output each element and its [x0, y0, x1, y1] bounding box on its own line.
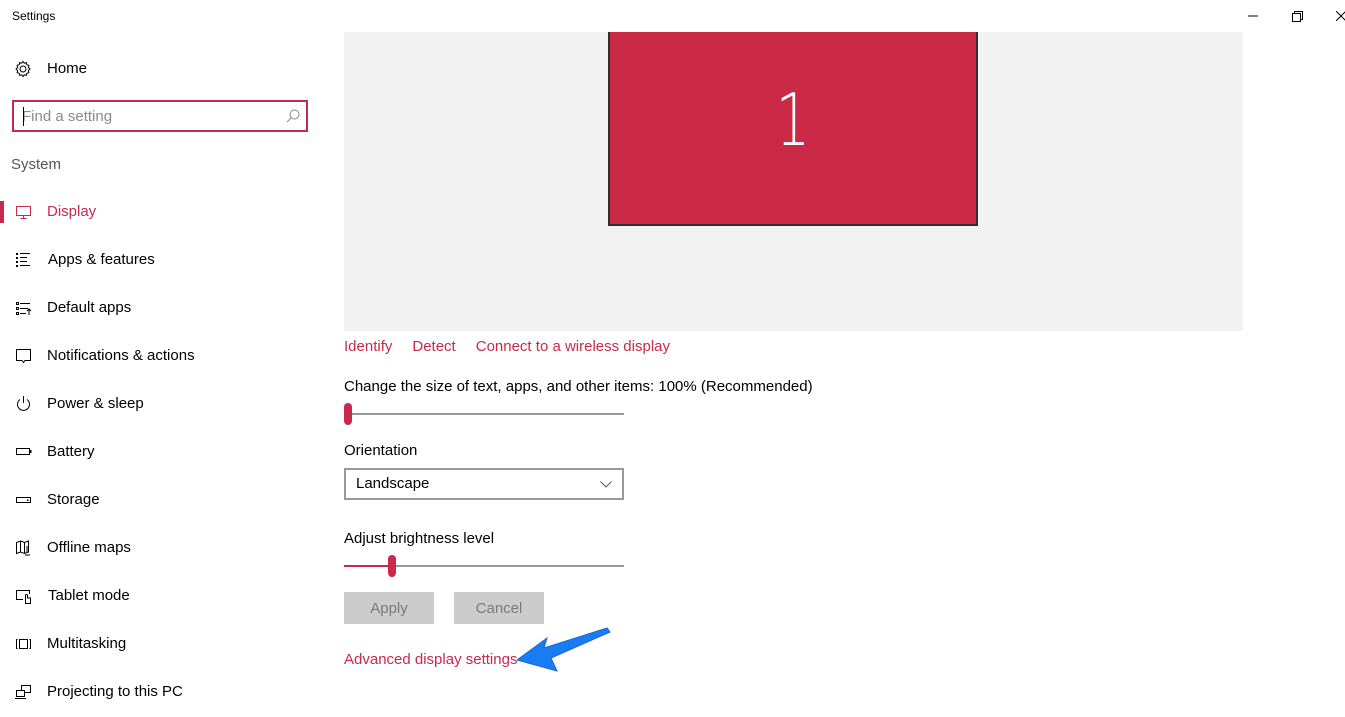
text-caret: [23, 107, 24, 126]
home-nav-item[interactable]: Home: [0, 52, 320, 86]
sidebar-item-label: Apps & features: [48, 251, 155, 268]
display-actions: Identify Detect Connect to a wireless di…: [344, 338, 670, 355]
monitor-1-tile[interactable]: 1: [608, 32, 978, 226]
active-indicator: [0, 201, 4, 223]
sidebar-item-label: Storage: [47, 491, 100, 508]
orientation-dropdown[interactable]: Landscape: [344, 468, 624, 500]
notification-icon: [16, 349, 31, 364]
sidebar-item-label: Display: [47, 203, 97, 220]
multitasking-icon: [16, 639, 31, 649]
slider-thumb[interactable]: [387, 555, 396, 577]
restore-icon: [1291, 10, 1303, 22]
home-label: Home: [47, 60, 88, 77]
search-box[interactable]: [12, 100, 308, 132]
battery-icon: [16, 448, 32, 455]
power-icon: [17, 396, 30, 411]
display-settings-pane: 1 Identify Detect Connect to a wireless …: [320, 32, 1345, 717]
sidebar-item-label: Multitasking: [47, 635, 127, 652]
map-icon: [16, 540, 30, 556]
cancel-button[interactable]: Cancel: [454, 592, 544, 624]
sidebar-item-label: Battery: [47, 443, 95, 460]
orientation-label: Orientation: [344, 442, 418, 459]
apps-list-icon: [16, 253, 30, 267]
advanced-display-settings-link[interactable]: Advanced display settings: [344, 651, 517, 668]
window-title: Settings: [12, 9, 56, 23]
scale-label: Change the size of text, apps, and other…: [344, 378, 813, 395]
display-icon: [16, 206, 31, 219]
sidebar: Home System Display Apps & features Defa…: [0, 32, 320, 717]
sidebar-item-default-apps[interactable]: Default apps: [0, 288, 320, 328]
sidebar-item-multitasking[interactable]: Multitasking: [0, 624, 320, 664]
brightness-slider[interactable]: [344, 554, 624, 578]
monitor-number: 1: [775, 78, 811, 162]
connect-wireless-display-link[interactable]: Connect to a wireless display: [476, 338, 670, 355]
sidebar-item-label: Notifications & actions: [47, 347, 195, 364]
annotation-arrow-icon: [517, 627, 611, 672]
sidebar-item-label: Projecting to this PC: [47, 683, 183, 700]
sidebar-item-apps-features[interactable]: Apps & features: [0, 240, 320, 280]
projecting-icon: [15, 685, 31, 699]
restore-button[interactable]: [1274, 0, 1320, 32]
display-arrangement-area: 1: [344, 32, 1243, 331]
slider-fill: [344, 565, 392, 567]
minimize-button[interactable]: [1230, 0, 1276, 32]
sidebar-item-label: Power & sleep: [47, 395, 144, 412]
sidebar-item-power-sleep[interactable]: Power & sleep: [0, 384, 320, 424]
close-button[interactable]: [1318, 0, 1345, 32]
sidebar-item-display[interactable]: Display: [0, 192, 320, 232]
sidebar-item-label: Offline maps: [47, 539, 131, 556]
sidebar-item-battery[interactable]: Battery: [0, 432, 320, 472]
minimize-icon: [1248, 15, 1258, 17]
brightness-label: Adjust brightness level: [344, 530, 495, 547]
sidebar-item-tablet-mode[interactable]: Tablet mode: [0, 576, 320, 616]
default-apps-icon: [16, 302, 32, 315]
orientation-selected-value: Landscape: [356, 475, 430, 492]
sidebar-item-label: Tablet mode: [48, 587, 130, 604]
chevron-down-icon: [600, 481, 612, 488]
search-input[interactable]: [22, 106, 272, 126]
slider-thumb[interactable]: [344, 403, 352, 425]
sidebar-item-storage[interactable]: Storage: [0, 480, 320, 520]
sidebar-item-notifications[interactable]: Notifications & actions: [0, 336, 320, 376]
apply-button[interactable]: Apply: [344, 592, 434, 624]
search-icon[interactable]: [286, 109, 300, 123]
sidebar-item-offline-maps[interactable]: Offline maps: [0, 528, 320, 568]
sidebar-item-label: Default apps: [47, 299, 132, 316]
slider-track: [344, 413, 624, 415]
close-icon: [1336, 11, 1345, 21]
title-bar: Settings: [0, 0, 1345, 32]
section-label-system: System: [11, 156, 62, 173]
gear-icon: [15, 60, 31, 78]
identify-link[interactable]: Identify: [344, 338, 392, 355]
sidebar-item-projecting[interactable]: Projecting to this PC: [0, 672, 320, 712]
storage-icon: [16, 497, 31, 503]
detect-link[interactable]: Detect: [412, 338, 455, 355]
tablet-mode-icon: [16, 590, 31, 604]
scale-slider[interactable]: [344, 402, 624, 426]
